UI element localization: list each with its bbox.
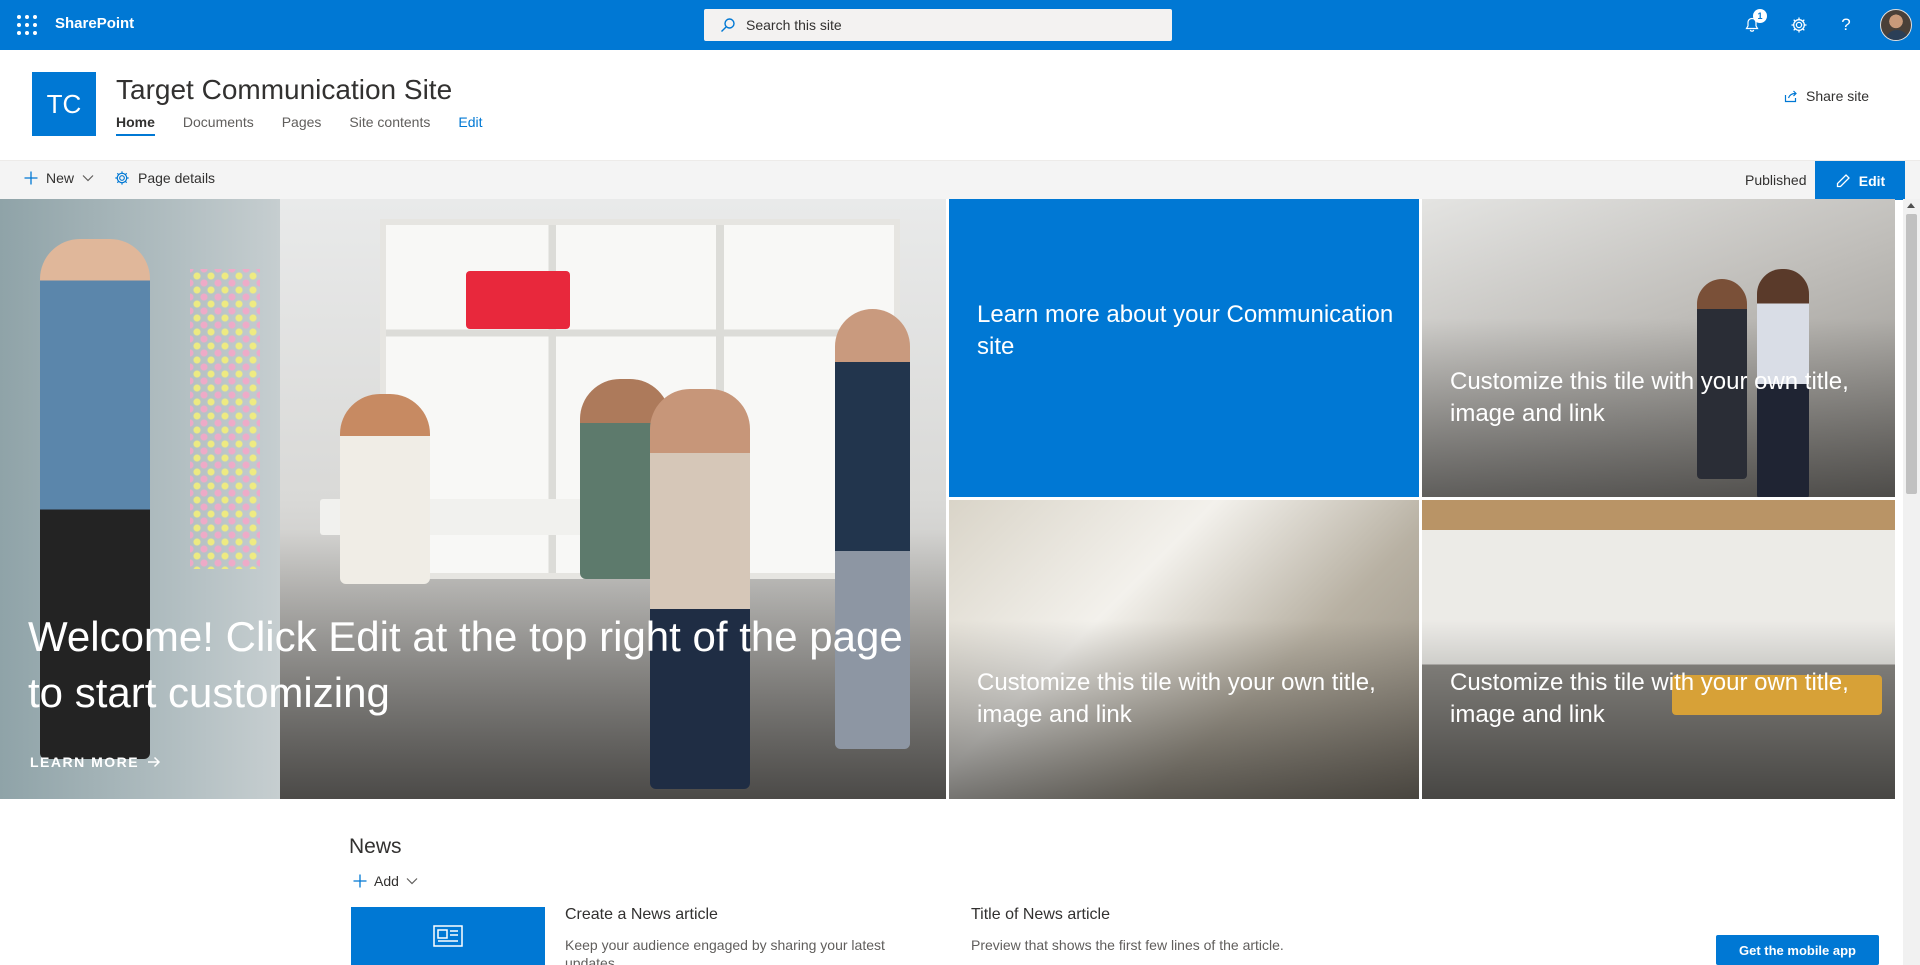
app-launcher-icon[interactable] <box>12 12 38 38</box>
hero-section: Welcome! Click Edit at the top right of … <box>0 199 1895 799</box>
news-heading: News <box>349 835 402 858</box>
search-box[interactable] <box>704 9 1172 41</box>
edit-label: Edit <box>1858 172 1886 189</box>
hero-tile-title: Customize this tile with your own title,… <box>1450 368 1849 427</box>
news-add-label: Add <box>374 873 399 889</box>
share-site-button[interactable]: Share site <box>1784 88 1869 104</box>
new-button[interactable]: New <box>24 170 94 186</box>
hero-tile-customize[interactable]: Customize this tile with your own title,… <box>949 500 1419 799</box>
help-button[interactable]: ? <box>1833 12 1859 38</box>
news-item-description: Keep your audience engaged by sharing yo… <box>565 937 885 965</box>
plus-icon <box>24 171 38 185</box>
hero-tile-customize[interactable]: Customize this tile with your own title,… <box>1422 500 1895 799</box>
settings-button[interactable] <box>1786 12 1812 38</box>
plus-icon <box>353 874 367 888</box>
new-label: New <box>46 170 75 186</box>
site-title[interactable]: Target Communication Site <box>116 74 452 106</box>
gear-icon <box>115 171 129 185</box>
news-item-description: Preview that shows the first few lines o… <box>971 937 1284 953</box>
page-details-label: Page details <box>138 170 216 186</box>
hero-tile-communication[interactable]: Learn more about your Communication site <box>949 199 1419 497</box>
nav-home[interactable]: Home <box>116 114 155 136</box>
search-icon <box>721 18 735 32</box>
learn-more-link[interactable]: LEARN MORE <box>30 754 161 770</box>
suite-bar: SharePoint 1 ? <box>0 0 1920 50</box>
notification-button[interactable]: 1 <box>1739 9 1767 38</box>
chevron-down-icon <box>406 878 418 885</box>
pencil-icon <box>1836 173 1850 187</box>
get-mobile-app-button[interactable]: Get the mobile app <box>1716 935 1879 965</box>
hero-image-lamp <box>466 271 570 329</box>
arrow-right-icon <box>148 756 161 768</box>
news-thumbnail[interactable] <box>351 907 545 965</box>
scroll-up-arrow-icon[interactable] <box>1907 203 1915 208</box>
edit-page-button[interactable]: Edit <box>1815 161 1905 200</box>
hero-image-sticky-notes <box>190 269 260 569</box>
avatar[interactable] <box>1880 9 1912 41</box>
hero-image-person <box>650 389 750 789</box>
news-add-button[interactable]: Add <box>353 873 418 889</box>
site-header: TC Target Communication Site Home Docume… <box>0 50 1920 160</box>
hero-main-tile[interactable]: Welcome! Click Edit at the top right of … <box>0 199 946 799</box>
hero-tile-title: Learn more about your Communication site <box>977 301 1394 360</box>
help-icon: ? <box>1841 15 1851 34</box>
hero-tile-title: Customize this tile with your own title,… <box>977 669 1376 728</box>
app-name[interactable]: SharePoint <box>55 15 134 32</box>
site-logo[interactable]: TC <box>32 72 96 136</box>
notification-count-badge: 1 <box>1753 9 1767 23</box>
newspaper-icon <box>433 925 463 947</box>
site-navigation: Home Documents Pages Site contents Edit <box>116 114 482 136</box>
news-item-title[interactable]: Create a News article <box>565 906 718 924</box>
hero-main-title: Welcome! Click Edit at the top right of … <box>28 613 903 716</box>
search-input[interactable] <box>746 17 1146 33</box>
command-bar: New Page details Published Edit <box>0 160 1920 200</box>
page-details-button[interactable]: Page details <box>114 170 215 186</box>
nav-site-contents[interactable]: Site contents <box>349 114 430 136</box>
share-site-label: Share site <box>1806 88 1870 104</box>
hero-tile-customize[interactable]: Customize this tile with your own title,… <box>1422 199 1895 497</box>
nav-pages[interactable]: Pages <box>282 114 322 136</box>
news-item-title[interactable]: Title of News article <box>971 906 1110 924</box>
scrollbar-thumb[interactable] <box>1906 214 1917 494</box>
hero-image-person <box>340 394 430 584</box>
share-icon <box>1784 90 1797 103</box>
chevron-down-icon <box>82 175 94 182</box>
nav-edit-link[interactable]: Edit <box>458 114 482 136</box>
gear-icon <box>1791 17 1807 33</box>
page-status: Published <box>1745 172 1807 188</box>
learn-more-label: LEARN MORE <box>30 754 140 770</box>
nav-documents[interactable]: Documents <box>183 114 254 136</box>
hero-tile-title: Customize this tile with your own title,… <box>1450 669 1849 728</box>
